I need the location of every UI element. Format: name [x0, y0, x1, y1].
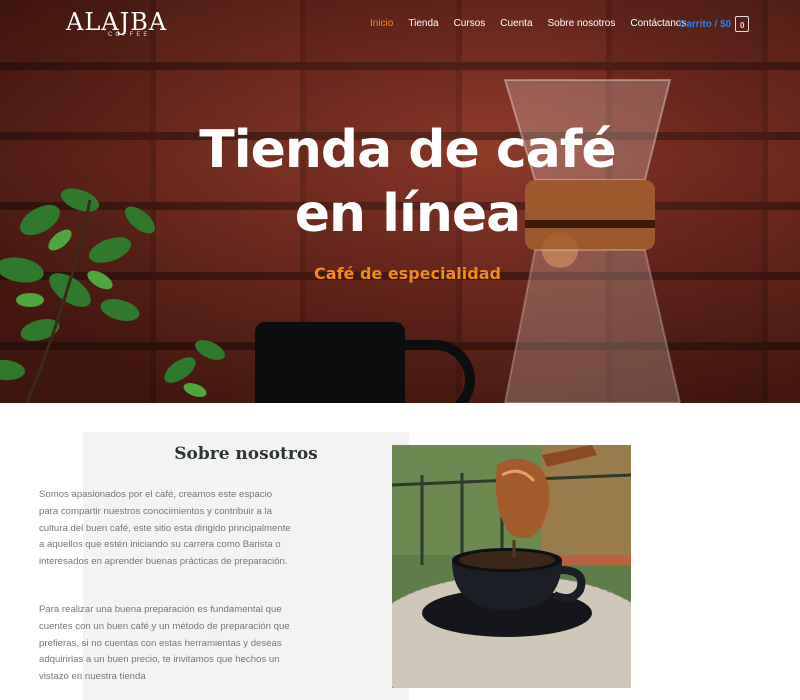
menu-item-cuenta[interactable]: Cuenta [500, 18, 532, 29]
coffee-pour-photo [392, 445, 631, 688]
logo-subtext: COFFEE [108, 32, 151, 38]
about-title: Sobre nosotros [174, 444, 318, 464]
about-paragraph-2: Para realizar una buena preparación es f… [39, 604, 290, 683]
logo-text: ALAJBA [66, 8, 168, 36]
about-paragraph-1: Somos apasionados por el café, creamos e… [39, 489, 291, 568]
hero-title-line1: Tienda de café [199, 120, 616, 180]
coffee-mug-illustration [255, 322, 405, 403]
cart-link[interactable]: Carrito / $0 0 [679, 16, 750, 32]
hero-section: ALAJBA COFFEE Inicio Tienda Cursos Cuent… [0, 0, 800, 403]
menu-item-tienda[interactable]: Tienda [408, 18, 438, 29]
top-navigation: ALAJBA COFFEE Inicio Tienda Cursos Cuent… [0, 0, 800, 50]
cart-count: 0 [740, 21, 745, 30]
hero-subtitle: Café de especialidad [314, 264, 501, 283]
hero-title-line2: en línea [294, 184, 521, 244]
menu-item-inicio[interactable]: Inicio [370, 18, 393, 29]
site-logo[interactable]: ALAJBA COFFEE [66, 8, 168, 38]
cart-bag-icon[interactable]: 0 [735, 16, 750, 32]
menu-item-sobre-nosotros[interactable]: Sobre nosotros [548, 18, 616, 29]
menu-item-cursos[interactable]: Cursos [454, 18, 486, 29]
main-menu: Inicio Tienda Cursos Cuenta Sobre nosotr… [370, 18, 702, 29]
coffee-pour-illustration [392, 445, 631, 688]
cart-label[interactable]: Carrito / $0 [679, 19, 731, 30]
hero-title: Tienda de café en línea [0, 118, 800, 246]
